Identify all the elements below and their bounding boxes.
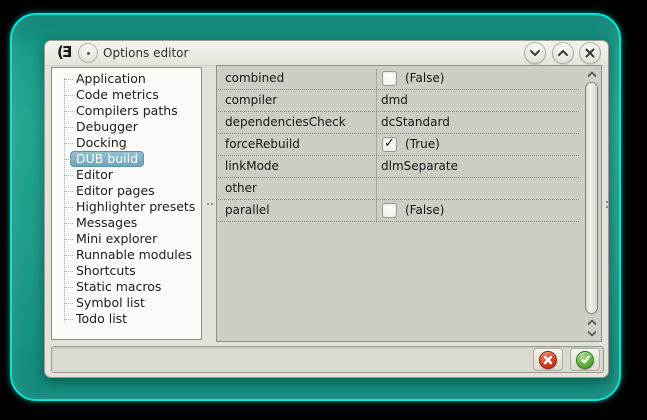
options-editor-window: (Ǝ Options editor Application Code metri… [44,40,609,378]
app-logo-icon: (Ǝ [57,43,72,61]
sidebar-item-compilers-paths[interactable]: Compilers paths [52,103,201,119]
sidebar-item-shortcuts[interactable]: Shortcuts [52,263,201,279]
checkbox[interactable]: ✓ [382,71,397,86]
checkbox[interactable]: ✓ [382,136,397,152]
sidebar-item-docking[interactable]: Docking [52,135,201,151]
sidebar-item-label: Static macros [76,279,162,294]
cancel-button[interactable] [533,348,563,371]
window-title: Options editor [103,46,189,60]
chevron-down-icon [587,330,596,336]
property-value[interactable]: dcStandard [381,112,450,133]
sidebar-item-label: Compilers paths [76,103,178,118]
sidebar-item-label: Messages [76,215,138,230]
sidebar-item-label: Runnable modules [76,247,192,262]
vertical-scrollbar[interactable] [584,68,599,339]
sidebar-item-symbol-list[interactable]: Symbol list [52,295,201,311]
splitter-grip-icon [207,203,209,205]
splitter-grip-icon [211,203,213,205]
sidebar-item-mini-explorer[interactable]: Mini explorer [52,231,201,247]
chevron-down-icon [530,50,540,56]
sidebar-item-application[interactable]: Application [52,71,201,87]
sidebar-item-label: Code metrics [76,87,159,102]
dot-icon [87,52,90,55]
sidebar-item-label: Docking [76,135,127,150]
checkbox[interactable]: ✓ [382,203,397,218]
sidebar-item-label: Editor pages [76,183,155,198]
sidebar-item-editor[interactable]: Editor [52,167,201,183]
grip-dot-icon [606,206,608,208]
property-name[interactable]: combined [225,68,284,89]
property-name[interactable]: dependenciesCheck [225,112,346,133]
property-name[interactable]: forceRebuild [225,134,300,155]
accept-button[interactable] [570,348,600,371]
scroll-up-button-2[interactable] [585,317,598,327]
property-value[interactable]: dlmSeparate [381,156,458,177]
sidebar-item-debugger[interactable]: Debugger [52,119,201,135]
cancel-x-icon [539,350,557,369]
shade-down-button[interactable] [524,42,546,64]
sidebar-item-label: Editor [76,167,113,182]
chevron-up-icon [558,50,568,56]
property-row[interactable]: forceRebuild ✓ (True) [218,134,579,156]
sidebar-item-static-macros[interactable]: Static macros [52,279,201,295]
property-row[interactable]: other [218,178,579,200]
shade-up-button[interactable] [552,42,574,64]
property-value[interactable]: dmd [381,90,408,111]
sidebar-item-label: Highlighter presets [76,199,196,214]
sidebar-item-label: Todo list [76,311,128,326]
pin-button[interactable] [78,43,98,63]
sidebar-item-label: DUB build [70,151,145,167]
property-row[interactable]: compiler dmd [218,90,579,112]
sidebar-item-label: Symbol list [76,295,145,310]
sidebar-item-label: Application [76,71,146,86]
property-value: (False) [405,203,445,217]
panel-splitter[interactable] [204,67,216,340]
sidebar-item-editor-pages[interactable]: Editor pages [52,183,201,199]
scrollbar-thumb[interactable] [585,82,598,314]
grip-dot-icon [606,201,608,203]
property-row[interactable]: parallel ✓ (False) [218,200,579,222]
sidebar-item-messages[interactable]: Messages [52,215,201,231]
scroll-up-button[interactable] [585,69,598,79]
property-value: (False) [405,71,445,85]
property-name[interactable]: compiler [225,90,277,111]
property-name[interactable]: parallel [225,200,270,221]
property-row[interactable]: dependenciesCheck dcStandard [218,112,579,134]
chevron-up-icon [587,319,596,325]
sidebar-item-label: Mini explorer [76,231,158,246]
scroll-down-button[interactable] [585,328,598,338]
close-button[interactable] [579,42,601,64]
sidebar-item-code-metrics[interactable]: Code metrics [52,87,201,103]
sidebar-item-dub-build[interactable]: DUB build [52,151,201,167]
category-list: Application Code metrics Compilers paths… [51,67,202,340]
property-name[interactable]: other [225,178,257,199]
property-grid: combined ✓ (False) compiler dmd dependen… [216,65,602,342]
sidebar-item-runnable-modules[interactable]: Runnable modules [52,247,201,263]
check-icon: ✓ [384,136,395,151]
sidebar-item-todo-list[interactable]: Todo list [52,311,201,327]
sidebar-item-label: Debugger [76,119,138,134]
titlebar[interactable]: (Ǝ Options editor [45,41,608,66]
bottom-bar [51,346,604,373]
chevron-up-icon [587,71,596,77]
property-value: (True) [405,137,440,151]
property-row[interactable]: combined ✓ (False) [218,68,579,90]
sidebar-item-label: Shortcuts [76,263,136,278]
accept-check-icon [576,350,594,369]
property-row[interactable]: linkMode dlmSeparate [218,156,579,178]
sidebar-item-highlighter-presets[interactable]: Highlighter presets [52,199,201,215]
close-icon [585,48,595,58]
property-name[interactable]: linkMode [225,156,279,177]
